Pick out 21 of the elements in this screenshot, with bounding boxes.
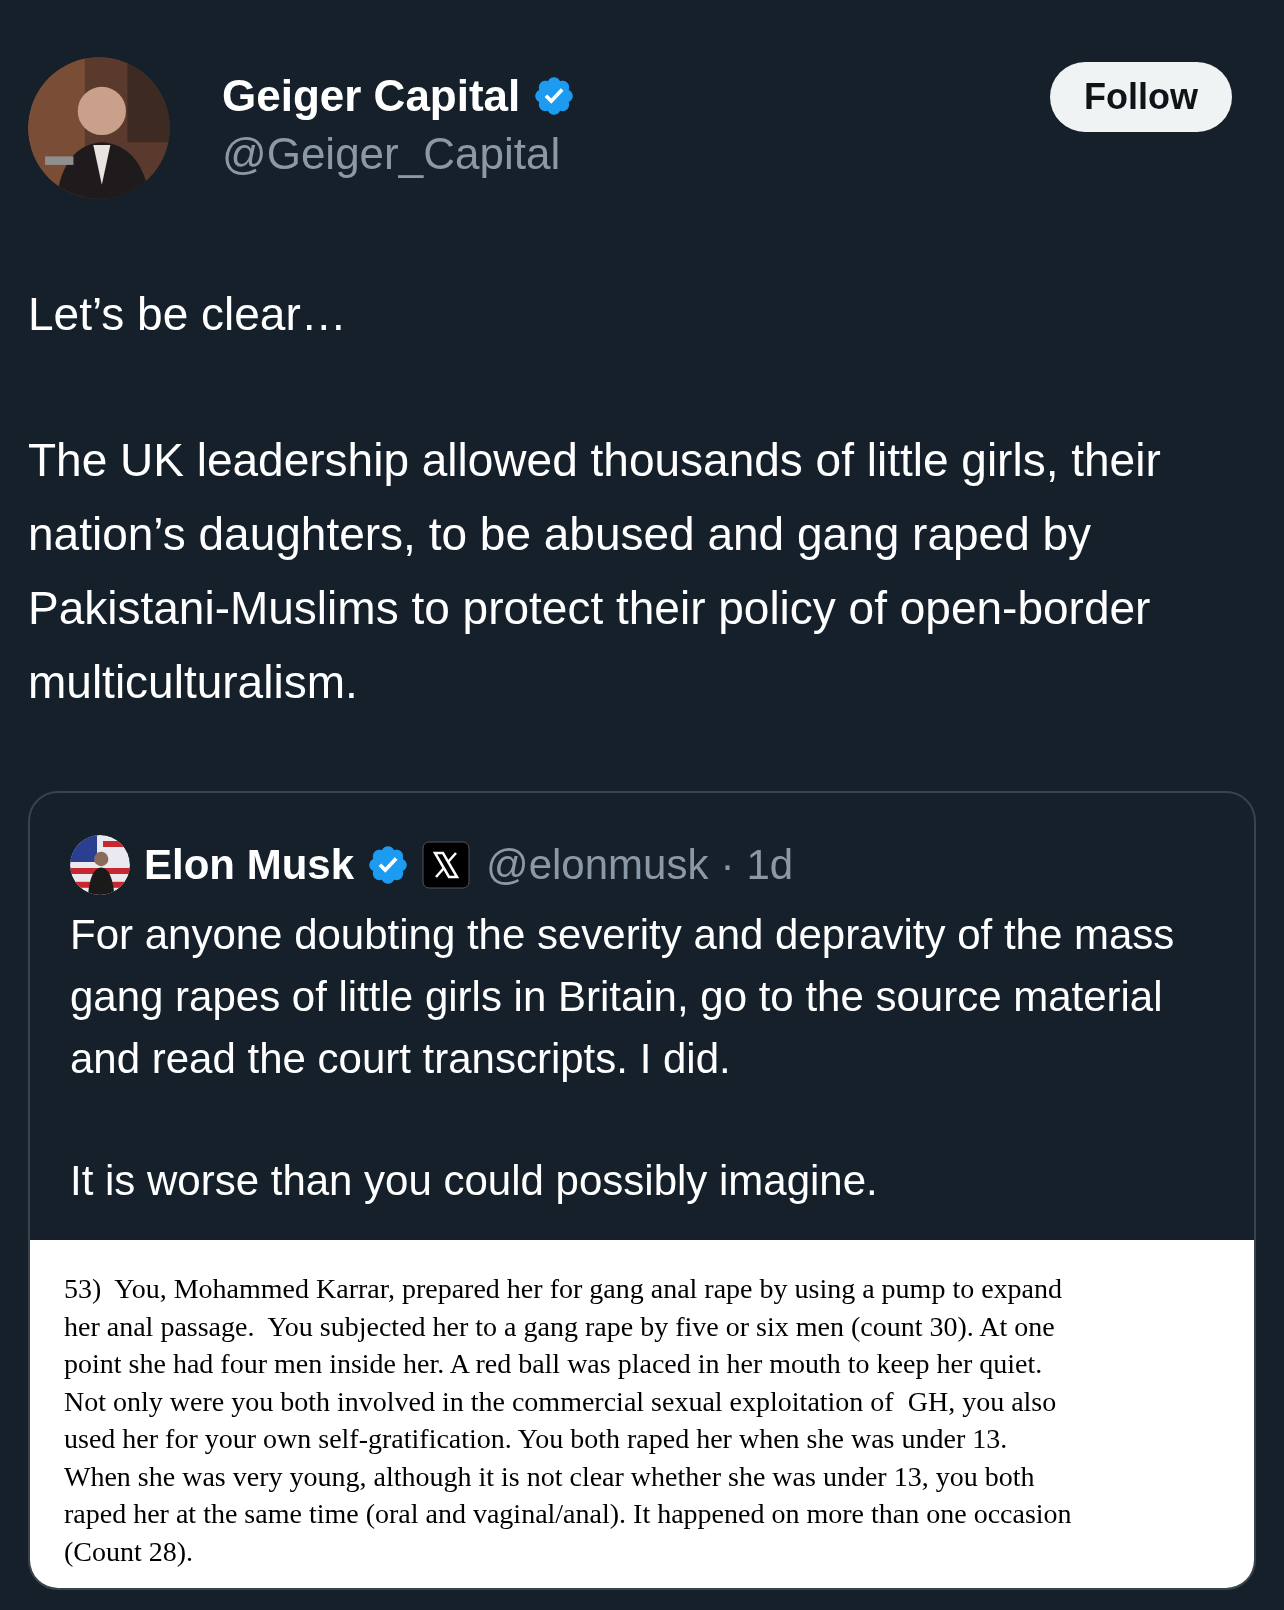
follow-button[interactable]: Follow (1050, 62, 1232, 132)
document-text-line: 53) You, Mohammed Karrar, prepared her for gang anal rape by using a pump to expand (64, 1272, 1064, 1306)
tweet-text: The UK leadership allowed thousands of little girls, their nation’s daughters, to be abused and gang raped by Pakistani-Muslims to protect their policy of open-border multiculturalism. (28, 433, 1162, 710)
x-logo-icon (422, 840, 471, 889)
tweet-text: Let’s be clear… (28, 287, 348, 342)
document-text-line: point she had four men inside her. A red ball was placed in her mouth to keep her quiet. (64, 1347, 1044, 1381)
quoted-author-name: Elon Musk (144, 840, 355, 890)
document-text-line: raped her at the same time (oral and vaginal/anal). It happened on more than one occasion (64, 1497, 1073, 1531)
document-text-line: When she was very young, although it is not clear whether she was under 13, you both (64, 1459, 1036, 1494)
quoted-tweet-text: It is worse than you could possibly imagine. (70, 1156, 879, 1206)
quoted-author-handle: @elonmusk (486, 840, 709, 890)
quoted-tweet-text: For anyone doubting the severity and depravity of the mass gang rapes of little girls in Britain, go to the source material and read the court transcripts. I did. (70, 910, 1176, 1084)
document-text-line: her anal passage. You subjected her to a gang rape by five or six men (count 30). At one (64, 1309, 1056, 1344)
document-text-line: (Count 28). (64, 1534, 195, 1569)
post-time: 1d (746, 840, 794, 890)
document-text-line: used her for your own self-gratification. You both raped her when she was under 13. (64, 1422, 1009, 1456)
author-name: Geiger Capital (222, 70, 521, 122)
quoted-tweet-card[interactable] (28, 791, 1256, 1590)
author-handle: @Geiger_Capital (222, 128, 562, 180)
document-text-line: Not only were you both involved in the commercial sexual exploitation of GH, you also (64, 1384, 1058, 1419)
separator-dot: · (720, 840, 735, 890)
